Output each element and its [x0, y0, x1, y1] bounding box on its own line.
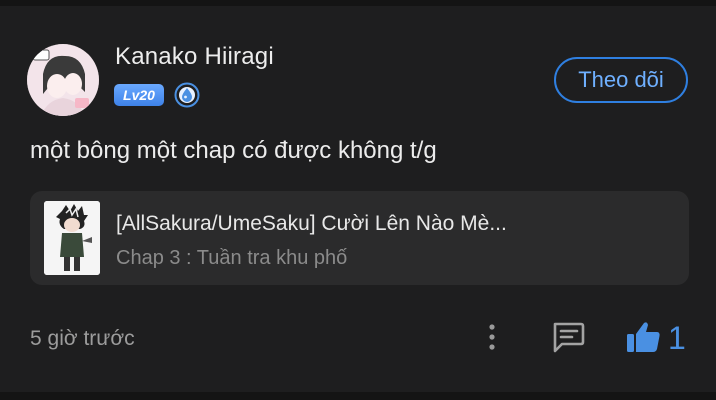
chapter-manga-title: [AllSakura/UmeSaku] Cười Lên Nào Mè... [116, 212, 507, 235]
water-drop-icon [174, 82, 200, 108]
comment-timestamp: 5 giờ trước [30, 327, 135, 350]
follow-button[interactable]: Theo dõi [554, 57, 688, 103]
username[interactable]: Kanako Hiiragi [115, 43, 274, 71]
more-vertical-icon[interactable] [482, 322, 502, 352]
top-divider [0, 0, 716, 6]
user-avatar[interactable] [27, 44, 99, 116]
comment-icon[interactable] [550, 320, 586, 354]
chapter-link-card[interactable]: [AllSakura/UmeSaku] Cười Lên Nào Mè... C… [30, 191, 689, 285]
comment-text: một bông một chap có được không t/g [30, 137, 437, 164]
like-count: 1 [668, 320, 686, 356]
level-badge: Lv20 [114, 84, 164, 106]
thumbs-up-icon[interactable] [624, 319, 662, 355]
avatar-image [27, 44, 99, 116]
bottom-divider [0, 392, 716, 400]
chapter-subtitle: Chap 3 : Tuần tra khu phố [116, 247, 348, 269]
manga-cover-thumbnail [44, 201, 100, 275]
